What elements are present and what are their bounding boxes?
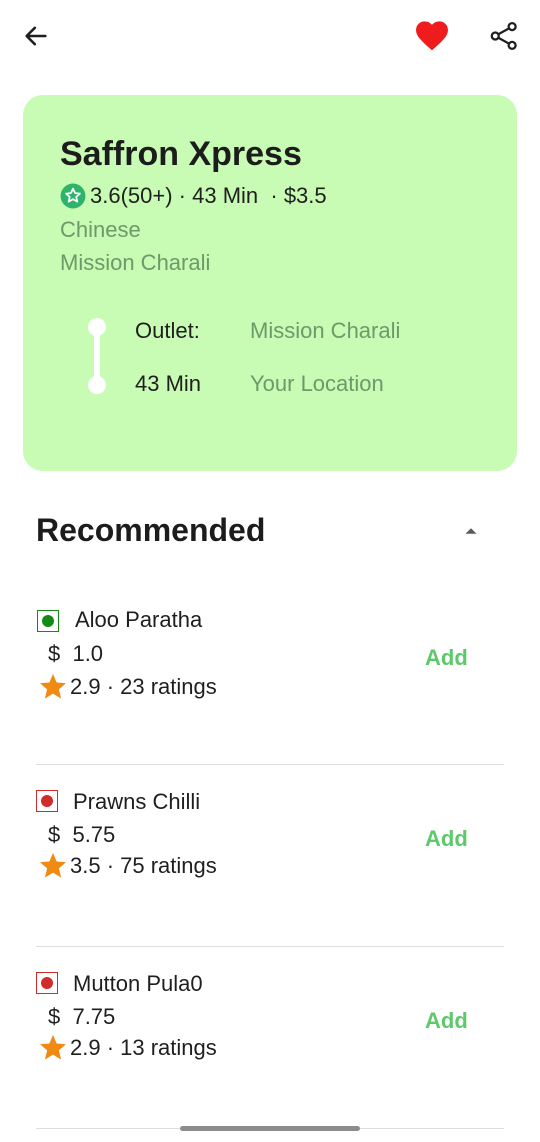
menu-item: Prawns Chilli $ 5.75 3.5 · 75 ratings Ad… bbox=[0, 765, 540, 947]
home-indicator[interactable] bbox=[180, 1126, 360, 1131]
restaurant-rating: 3.6(50+) bbox=[90, 183, 173, 208]
arrow-left-icon bbox=[25, 26, 47, 46]
star-icon bbox=[40, 673, 66, 699]
rating-star-badge-icon bbox=[60, 183, 86, 209]
star-icon bbox=[40, 1034, 66, 1060]
share-icon bbox=[490, 22, 517, 51]
restaurant-meta: 3.6(50+) · 43 Min · $3.5 bbox=[60, 183, 327, 209]
delivery-cost: · $3.5 bbox=[264, 183, 327, 208]
item-price: $ 5.75 bbox=[48, 822, 116, 847]
favorite-button[interactable] bbox=[410, 16, 454, 56]
non-veg-indicator-icon bbox=[36, 790, 58, 812]
item-rating-text: 2.9 · 23 ratings bbox=[70, 674, 217, 699]
restaurant-info-card: Saffron Xpress 3.6(50+) · 43 Min · $3.5 … bbox=[23, 95, 517, 471]
item-name: Aloo Paratha bbox=[75, 607, 203, 632]
restaurant-cuisine: Chinese bbox=[60, 217, 141, 242]
add-button[interactable]: Add bbox=[425, 826, 468, 852]
outlet-value: Mission Charali bbox=[250, 318, 401, 343]
caret-up-icon[interactable] bbox=[460, 520, 482, 542]
menu-item: Aloo Paratha $ 1.0 2.9 · 23 ratings Add bbox=[0, 583, 540, 765]
item-rating: 2.9 · 23 ratings bbox=[38, 672, 217, 702]
add-button[interactable]: Add bbox=[425, 1008, 468, 1034]
item-name: Prawns Chilli bbox=[73, 789, 201, 814]
outlet-label: Outlet: bbox=[135, 318, 200, 343]
item-rating: 2.9 · 13 ratings bbox=[38, 1033, 217, 1063]
delivery-time: · 43 Min bbox=[172, 183, 265, 208]
route-end-dot bbox=[88, 376, 106, 394]
item-rating-text: 3.5 · 75 ratings bbox=[70, 853, 217, 878]
restaurant-name: Saffron Xpress bbox=[60, 135, 302, 173]
non-veg-indicator-icon bbox=[36, 972, 58, 994]
restaurant-area: Mission Charali bbox=[60, 250, 211, 275]
star-icon bbox=[40, 852, 66, 878]
item-rating-text: 2.9 · 13 ratings bbox=[70, 1035, 217, 1060]
item-price: $ 7.75 bbox=[48, 1004, 116, 1029]
menu-item: Mutton Pula0 $ 7.75 2.9 · 13 ratings Add bbox=[0, 947, 540, 1129]
share-button[interactable] bbox=[484, 16, 524, 56]
add-button[interactable]: Add bbox=[425, 645, 468, 671]
section-title: Recommended bbox=[36, 512, 266, 548]
item-price: $ 1.0 bbox=[48, 641, 104, 666]
top-app-bar bbox=[0, 0, 540, 72]
item-rating: 3.5 · 75 ratings bbox=[38, 851, 217, 881]
destination-value: Your Location bbox=[250, 371, 384, 396]
veg-indicator-icon bbox=[37, 610, 59, 632]
item-name: Mutton Pula0 bbox=[73, 971, 203, 996]
heart-icon bbox=[416, 21, 448, 51]
eta-label: 43 Min bbox=[135, 371, 202, 396]
route-start-dot bbox=[88, 318, 106, 336]
back-button[interactable] bbox=[16, 16, 56, 56]
